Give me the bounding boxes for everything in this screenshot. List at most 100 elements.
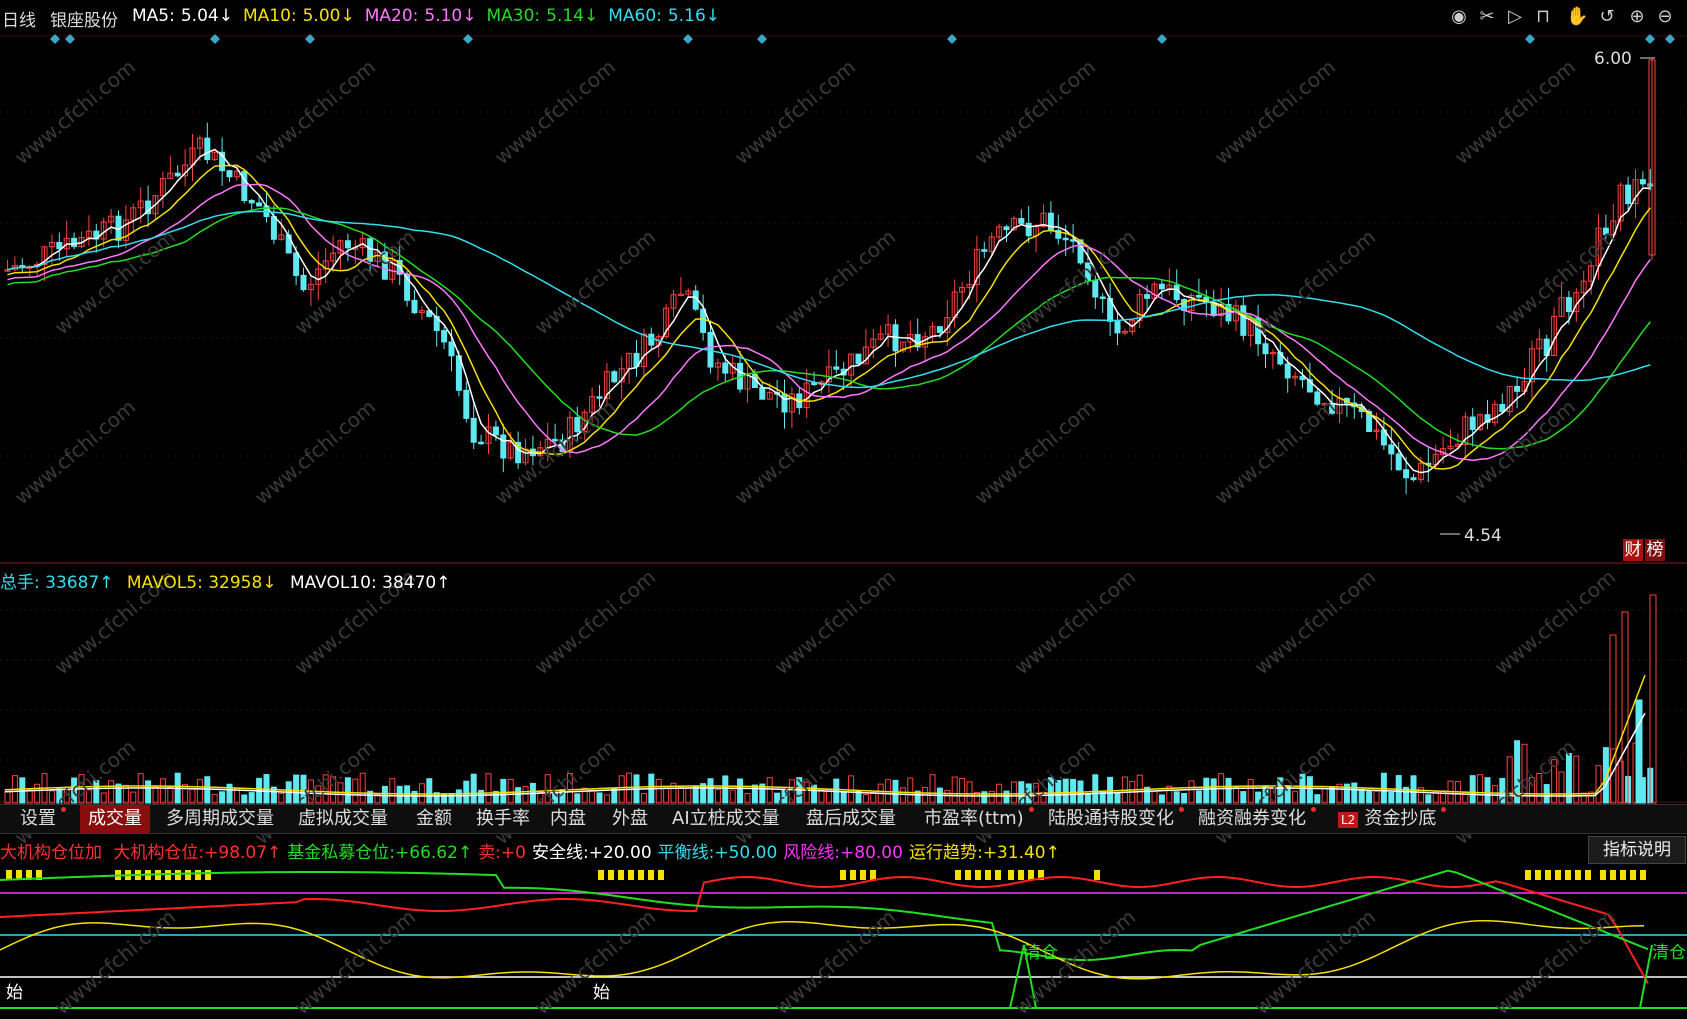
volume-bar: [1351, 782, 1358, 804]
candle-body: [1195, 294, 1202, 298]
tab-10[interactable]: 市盈率(ttm): [916, 805, 1034, 833]
ma-legend-label: MA60:: [608, 6, 662, 26]
volume-bar: [381, 785, 388, 804]
volume-bar: [1188, 780, 1195, 804]
candle-body: [611, 371, 618, 383]
zoom-in-icon[interactable]: ⊕: [1626, 6, 1648, 28]
signal-block: [1640, 870, 1646, 880]
candle-body: [411, 299, 418, 314]
hand-icon[interactable]: ✋: [1566, 6, 1588, 28]
ma-legend-value: 5.04↓: [180, 6, 233, 26]
undo-icon[interactable]: ↺: [1596, 6, 1618, 28]
zoom-out-icon[interactable]: ⊖: [1654, 6, 1676, 28]
tab-dot-icon: [1441, 807, 1447, 812]
candle-body: [811, 382, 818, 386]
volume-total-value: 33687↑: [45, 573, 114, 593]
lock-icon[interactable]: ⊓: [1532, 6, 1554, 28]
volume-bar: [1477, 774, 1484, 804]
volume-bar: [1595, 765, 1602, 804]
volume-bar: [1366, 789, 1373, 804]
signal-block: [955, 870, 961, 880]
volume-bar: [1314, 794, 1321, 804]
volume-bar: [729, 789, 736, 804]
signal-block: [205, 870, 211, 880]
volume-bar: [1092, 774, 1099, 804]
candle-body: [293, 252, 300, 276]
volume-bar: [130, 791, 137, 804]
clear-position-marker: 清仓: [1024, 943, 1058, 963]
tab-1[interactable]: 成交量: [80, 805, 150, 833]
tab-label: 内盘: [550, 808, 586, 829]
eye-icon[interactable]: ◉: [1448, 6, 1470, 28]
signal-block: [1018, 870, 1024, 880]
candle-body: [1639, 179, 1646, 185]
volume-bar: [589, 789, 596, 804]
volume-bar: [1210, 778, 1217, 804]
tab-11[interactable]: 陆股通持股变化: [1040, 805, 1184, 833]
candle-body: [463, 389, 470, 419]
tab-13[interactable]: L2 资金抄底: [1330, 805, 1447, 833]
ma-legend-label: MA5:: [132, 6, 175, 26]
volume-bar: [1469, 775, 1476, 804]
candle-body: [204, 137, 211, 161]
indicator-name[interactable]: 大机构仓位加: [0, 843, 102, 863]
signal-block: [985, 870, 991, 880]
fund-position-line: [0, 869, 1649, 961]
candle-body: [478, 441, 485, 445]
volume-bar: [574, 793, 581, 804]
tab-dot-icon: [1311, 807, 1316, 812]
candle-body: [256, 202, 263, 207]
signal-block: [1028, 870, 1034, 880]
candle-body: [71, 237, 78, 248]
signal-block: [1525, 870, 1531, 880]
play-icon[interactable]: ▷: [1504, 6, 1526, 28]
volume-bar: [677, 786, 684, 804]
candle-body: [1262, 343, 1269, 355]
signal-block: [185, 870, 191, 880]
tab-label: 虚拟成交量: [298, 808, 388, 829]
candle-body: [1092, 280, 1099, 298]
ma-legend-label: MA20:: [364, 6, 419, 26]
volume-bar: [204, 776, 211, 804]
l2-badge: L2: [1338, 812, 1359, 828]
volume-legend: 总手: 33687↑ MAVOL5: 32958↓ MAVOL10: 38470…: [0, 568, 450, 593]
volume-bar: [478, 789, 485, 804]
tab-7[interactable]: 外盘: [604, 805, 656, 833]
tab-0[interactable]: 设置: [12, 805, 66, 833]
tab-6[interactable]: 内盘: [542, 805, 594, 833]
tab-label: 盘后成交量: [806, 808, 896, 829]
signal-block: [1545, 870, 1551, 880]
signal-block: [965, 870, 971, 880]
indicator-legend: 大机构仓位加 大机构仓位:+98.07↑ 基金私募仓位:+66.62↑ 卖:+0 安全…: [0, 838, 1060, 863]
volume-bar: [1388, 791, 1395, 804]
volume-bar: [167, 786, 174, 804]
volume-bar: [500, 778, 507, 804]
tab-3[interactable]: 虚拟成交量: [290, 805, 396, 833]
indicator-item-value: +20.00: [588, 843, 652, 863]
tab-2[interactable]: 多周期成交量: [158, 805, 282, 833]
candle-body: [648, 333, 655, 346]
ma-legend-value: 5.14↓: [546, 6, 599, 26]
indicator-help-button[interactable]: 指标说明: [1588, 836, 1686, 864]
tab-4[interactable]: 金额: [408, 805, 460, 833]
tab-9[interactable]: 盘后成交量: [798, 805, 904, 833]
volume-bar: [870, 791, 877, 804]
candle-body: [781, 393, 788, 413]
tab-8[interactable]: AI立桩成交量: [664, 805, 788, 833]
volume-bar: [722, 775, 729, 804]
tab-5[interactable]: 换手率: [468, 805, 538, 833]
rank-badge[interactable]: 榜: [1645, 539, 1665, 561]
volume-bar: [1070, 778, 1077, 804]
finance-badge[interactable]: 财: [1623, 539, 1643, 561]
signal-block: [1630, 870, 1636, 880]
candle-body: [441, 330, 448, 343]
signal-block: [658, 870, 664, 880]
period-label[interactable]: 日线: [2, 6, 36, 31]
scissors-icon[interactable]: ✂: [1476, 6, 1498, 28]
volume-bar: [966, 781, 973, 804]
tab-label: 资金抄底: [1364, 808, 1437, 829]
volume-bar: [1195, 790, 1202, 804]
volume-bar: [219, 791, 226, 804]
candle-body: [833, 366, 840, 370]
tab-12[interactable]: 融资融券变化: [1190, 805, 1316, 833]
